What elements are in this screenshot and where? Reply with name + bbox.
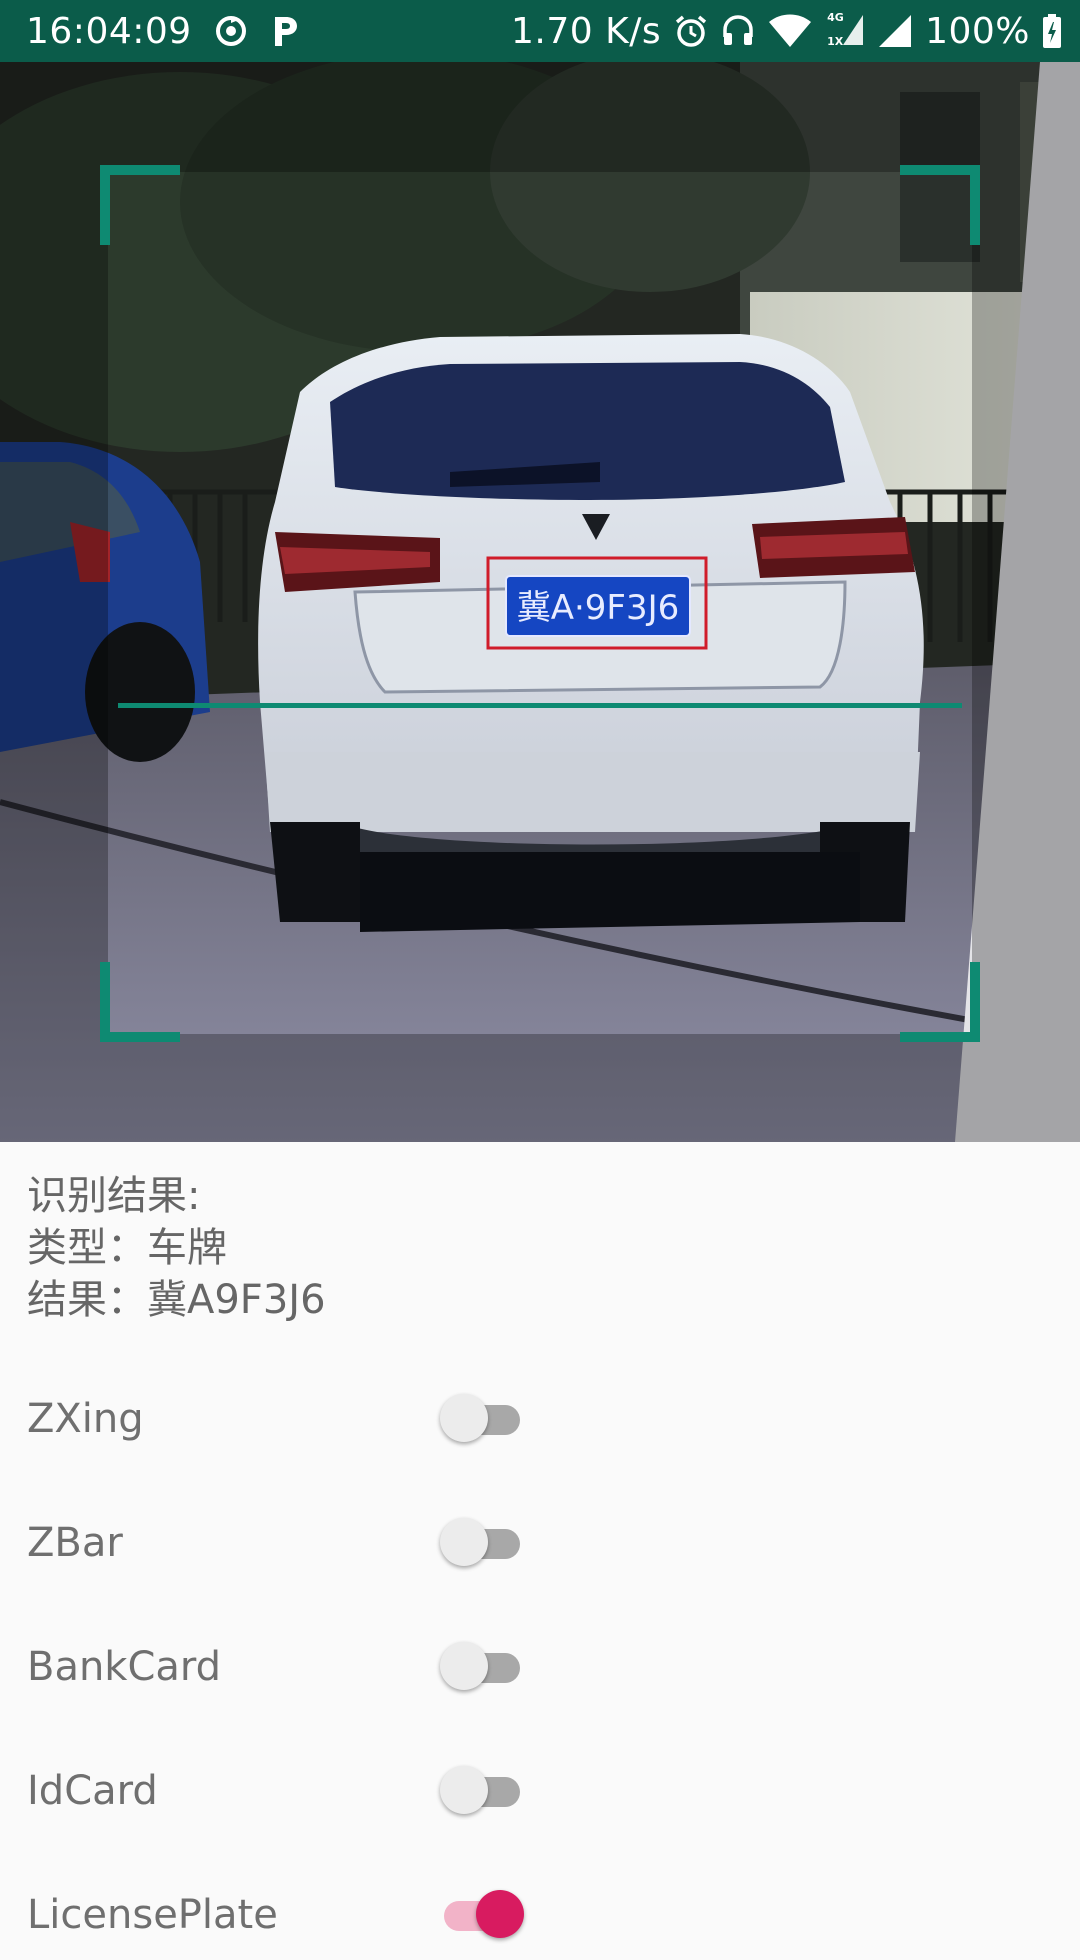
switch-thumb [440, 1642, 488, 1690]
network-speed: 1.70 K/s [510, 10, 662, 52]
scanner-corner-bottom-left [100, 962, 180, 1042]
option-row-idcard: IdCard [0, 1746, 1080, 1836]
result-type: 类型：车牌 [27, 1225, 227, 1271]
scanner-corner-bottom-right [900, 962, 980, 1042]
scanner-corner-top-right [900, 165, 980, 245]
option-label: ZXing [27, 1396, 144, 1442]
zbar-switch[interactable] [440, 1518, 524, 1568]
wifi-icon [767, 13, 813, 49]
switch-thumb [440, 1518, 488, 1566]
battery-level: 100% [925, 10, 1030, 52]
option-label: IdCard [27, 1768, 158, 1814]
option-row-zxing: ZXing [0, 1374, 1080, 1464]
parking-app-icon [270, 14, 300, 48]
cell-signal-icon [877, 13, 913, 49]
option-row-bankcard: BankCard [0, 1622, 1080, 1712]
sync-icon [214, 14, 248, 48]
status-bar: 16:04:09 1.70 K/s 4G 1X 100% [0, 0, 1080, 62]
option-label: LicensePlate [27, 1892, 278, 1938]
recognition-result: 识别结果: 类型：车牌 结果：冀A9F3J6 [27, 1170, 326, 1326]
option-label: ZBar [27, 1520, 123, 1566]
headphones-icon [721, 13, 755, 49]
licenseplate-switch[interactable] [440, 1890, 524, 1940]
camera-preview[interactable]: 冀A·9F3J6 [0, 62, 1080, 1142]
clock: 16:04:09 [26, 10, 192, 52]
scanner-corner-top-left [100, 165, 180, 245]
mobile-network-icon: 4G 1X [825, 11, 865, 51]
option-row-zbar: ZBar [0, 1498, 1080, 1588]
zxing-switch[interactable] [440, 1394, 524, 1444]
license-plate-text: 冀A·9F3J6 [517, 588, 680, 628]
result-value: 结果：冀A9F3J6 [27, 1277, 326, 1323]
bankcard-switch[interactable] [440, 1642, 524, 1692]
idcard-switch[interactable] [440, 1766, 524, 1816]
switch-thumb [440, 1394, 488, 1442]
option-label: BankCard [27, 1644, 222, 1690]
option-row-licenseplate: LicensePlate [0, 1870, 1080, 1960]
result-heading: 识别结果: [27, 1173, 201, 1219]
battery-icon [1042, 13, 1062, 49]
alarm-icon [673, 13, 709, 49]
switch-thumb [476, 1890, 524, 1938]
switch-thumb [440, 1766, 488, 1814]
scan-line [118, 703, 962, 708]
